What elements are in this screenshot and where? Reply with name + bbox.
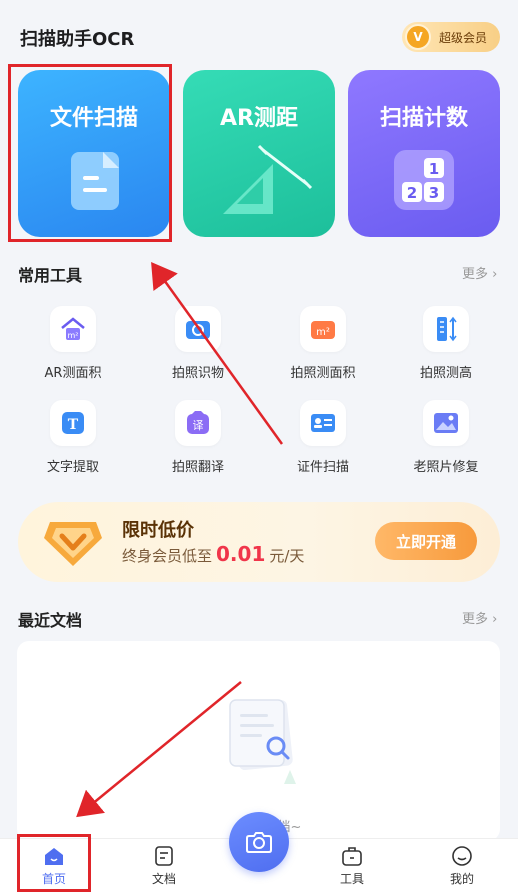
- tab-mine[interactable]: 我的: [427, 845, 497, 887]
- toolbox-icon: [342, 847, 362, 866]
- tab-documents[interactable]: 文档: [129, 845, 199, 887]
- annotation-arrows: [76, 261, 284, 818]
- tab-tools[interactable]: 工具: [317, 845, 387, 887]
- tab-label: 工具: [339, 872, 364, 886]
- smile-profile-icon: [452, 846, 472, 866]
- tab-label: 文档: [151, 872, 176, 886]
- camera-icon: [246, 832, 272, 853]
- document-tab-icon: [155, 846, 173, 866]
- highlight-box-home-tab: [17, 834, 91, 892]
- camera-scan-button[interactable]: [229, 812, 289, 872]
- tab-label: 我的: [449, 872, 474, 886]
